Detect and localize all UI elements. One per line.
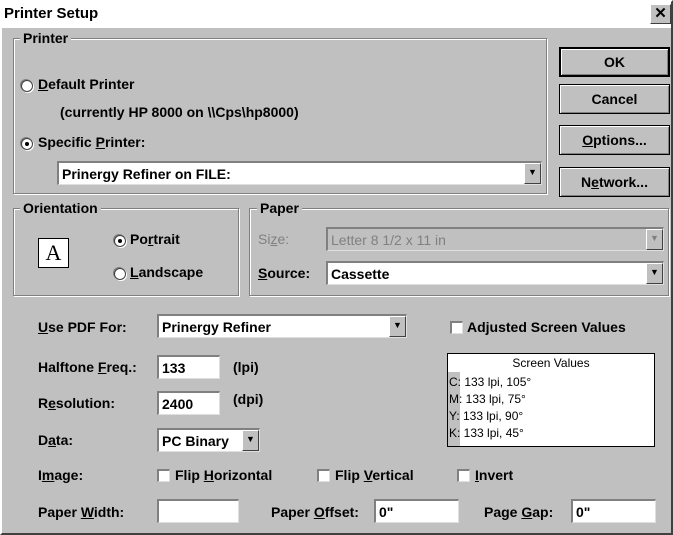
chevron-down-icon[interactable]: ▼ [389, 316, 406, 337]
resolution-input[interactable]: 2400 [157, 391, 220, 415]
portrait-orientation-icon: A [38, 238, 69, 268]
flip-vertical-checkbox[interactable] [317, 469, 330, 482]
halftone-freq-label: Halftone Freq.: [38, 359, 137, 375]
adjusted-screen-values-label[interactable]: Adjusted Screen Values [467, 319, 626, 335]
page-gap-label: Page Gap: [484, 504, 554, 520]
specific-printer-select[interactable]: Prinergy Refiner on FILE: ▼ [57, 161, 542, 185]
image-label: Image: [38, 467, 84, 483]
chevron-down-icon[interactable]: ▼ [646, 263, 663, 284]
use-pdf-select[interactable]: Prinergy Refiner ▼ [157, 314, 407, 338]
ok-button[interactable]: OK [559, 47, 670, 77]
screen-values-title: Screen Values [512, 356, 590, 370]
paper-size-select[interactable]: Letter 8 1/2 x 11 in ▼ [326, 227, 664, 251]
flip-vertical-label[interactable]: Flip Vertical [335, 467, 414, 483]
resolution-unit: (dpi) [233, 391, 264, 407]
screen-value-row: Y: 133 lpi, 90° [449, 409, 524, 423]
default-printer-label[interactable]: Default Printer [38, 76, 134, 92]
title-bar: Printer Setup ✕ [2, 2, 671, 28]
specific-printer-radio[interactable] [21, 138, 33, 150]
flip-horizontal-checkbox[interactable] [157, 469, 170, 482]
cancel-button[interactable]: Cancel [559, 84, 670, 114]
close-icon: ✕ [654, 5, 667, 22]
landscape-label[interactable]: Landscape [130, 264, 203, 280]
screen-value-row: K: 133 lpi, 45° [449, 426, 524, 440]
specific-printer-label[interactable]: Specific Printer: [38, 134, 145, 150]
halftone-freq-input[interactable]: 133 [157, 355, 220, 379]
landscape-radio[interactable] [114, 268, 126, 280]
size-label: Size: [258, 231, 290, 247]
page-gap-input[interactable]: 0" [571, 499, 656, 523]
portrait-radio[interactable] [114, 235, 126, 247]
window-title: Printer Setup [4, 5, 99, 22]
chevron-down-icon[interactable]: ▼ [242, 430, 259, 451]
resolution-label: Resolution: [38, 395, 116, 411]
paper-width-label: Paper Width: [38, 504, 125, 520]
use-pdf-value: Prinergy Refiner [162, 319, 271, 335]
screen-values-box: Screen Values C: 133 lpi, 105° M: 133 lp… [447, 353, 655, 447]
radio-dot [118, 239, 122, 243]
data-select[interactable]: PC Binary ▼ [157, 428, 260, 452]
adjusted-screen-values-checkbox[interactable] [450, 321, 463, 334]
close-button[interactable]: ✕ [650, 4, 671, 24]
invert-checkbox[interactable] [457, 469, 470, 482]
invert-label[interactable]: Invert [475, 467, 513, 483]
paper-source-value: Cassette [331, 266, 390, 282]
use-pdf-label: Use PDF For: [38, 319, 127, 335]
flip-horizontal-label[interactable]: Flip Horizontal [175, 467, 272, 483]
paper-source-select[interactable]: Cassette ▼ [326, 261, 664, 285]
screen-value-row: C: 133 lpi, 105° [449, 375, 532, 389]
screen-value-row: M: 133 lpi, 75° [449, 392, 526, 406]
data-label: Data: [38, 432, 74, 448]
chevron-down-icon[interactable]: ▼ [646, 229, 663, 250]
specific-printer-value: Prinergy Refiner on FILE: [62, 166, 231, 182]
paper-width-input[interactable] [157, 499, 239, 523]
paper-offset-input[interactable]: 0" [374, 499, 459, 523]
printer-group-legend: Printer [20, 30, 72, 46]
options-button[interactable]: Options... [559, 125, 670, 155]
halftone-unit: (lpi) [233, 359, 259, 375]
paper-group-legend: Paper [257, 200, 302, 216]
network-button[interactable]: Network... [559, 167, 670, 197]
portrait-label[interactable]: Portrait [130, 231, 180, 247]
data-value: PC Binary [162, 433, 229, 449]
default-printer-radio[interactable] [21, 80, 33, 92]
radio-dot [25, 142, 29, 146]
chevron-down-icon[interactable]: ▼ [524, 163, 541, 184]
current-printer-text: (currently HP 8000 on \\Cps\hp8000) [60, 104, 299, 120]
paper-offset-label: Paper Offset: [271, 504, 359, 520]
orientation-group-legend: Orientation [20, 200, 101, 216]
printer-setup-dialog: Printer Setup ✕ Printer Default Printer … [0, 0, 673, 535]
source-label: Source: [258, 265, 311, 281]
paper-size-value: Letter 8 1/2 x 11 in [331, 232, 446, 248]
